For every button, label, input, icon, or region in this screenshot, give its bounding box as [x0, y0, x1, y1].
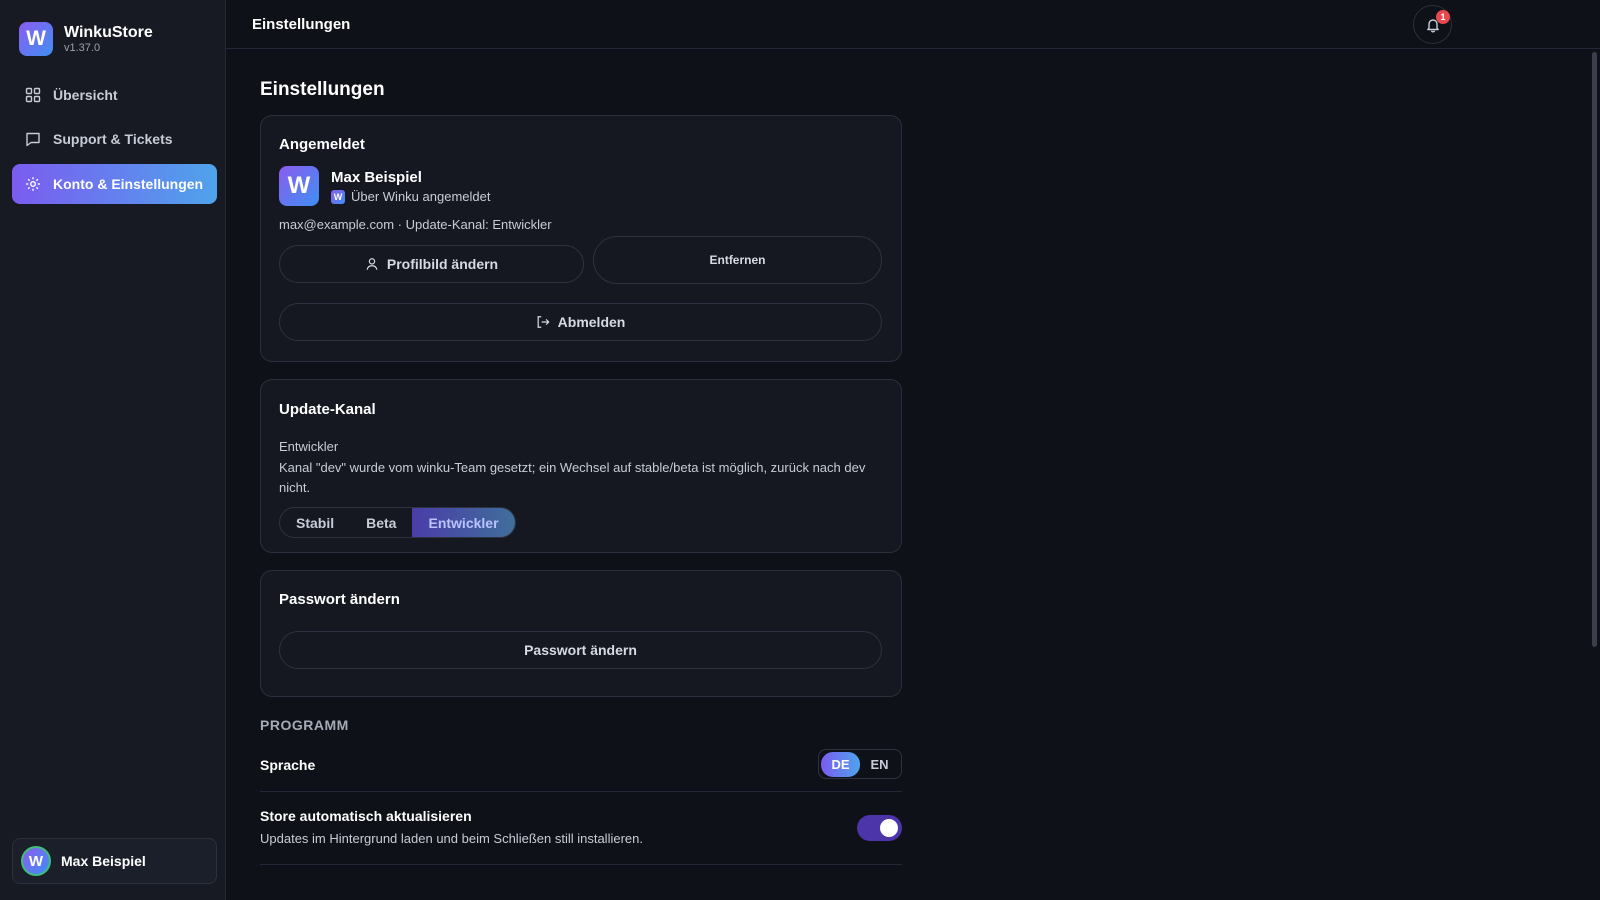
channel-option-developer[interactable]: Entwickler	[412, 508, 515, 537]
update-channel-title: Update-Kanal	[279, 401, 376, 418]
gear-icon	[26, 177, 40, 191]
app-logo: W	[19, 22, 53, 56]
grid-icon	[25, 87, 41, 103]
login-method: W Über Winku angemeldet	[331, 189, 490, 204]
user-menu[interactable]: W Max Beispiel	[12, 838, 217, 884]
topbar: Einstellungen 1	[226, 0, 1600, 49]
language-option-de[interactable]: DE	[821, 751, 860, 777]
profile-avatar: W	[279, 166, 319, 206]
update-channel-current: Entwickler	[279, 439, 339, 454]
account-card-title: Angemeldet	[279, 136, 365, 153]
sidebar: W WinkuStore v1.37.0 Übersicht Support &…	[0, 0, 226, 900]
update-channel-card: Update-Kanal Entwickler Kanal "dev" wurd…	[260, 379, 902, 553]
language-toggle: DE EN	[818, 749, 902, 779]
sidebar-item-overview[interactable]: Übersicht	[12, 75, 217, 115]
update-channel-selector: Stabil Beta Entwickler	[279, 507, 516, 538]
button-label: Abmelden	[557, 314, 626, 330]
notification-badge: 1	[1436, 10, 1450, 24]
divider	[260, 864, 902, 865]
change-profile-picture-button[interactable]: Profilbild ändern	[279, 245, 584, 283]
winku-logo-icon: W	[331, 189, 345, 204]
account-card: Angemeldet W Max Beispiel W Über Winku a…	[260, 115, 902, 362]
divider	[260, 791, 902, 792]
remove-picture-button[interactable]: Entfernen	[593, 236, 882, 284]
avatar: W	[21, 846, 51, 876]
logout-button[interactable]: Abmelden	[279, 303, 882, 341]
notifications-button[interactable]: 1	[1413, 5, 1452, 44]
auto-update-label: Store automatisch aktualisieren	[260, 808, 472, 824]
app-name: WinkuStore	[64, 23, 153, 41]
password-card-title: Passwort ändern	[279, 591, 400, 608]
profile-name: Max Beispiel	[331, 169, 422, 186]
auto-update-description: Updates im Hintergrund laden und beim Sc…	[260, 831, 643, 846]
user-name: Max Beispiel	[61, 853, 146, 869]
login-method-text: Über Winku angemeldet	[351, 189, 491, 204]
logout-icon	[537, 316, 550, 328]
chat-icon	[26, 132, 40, 147]
sidebar-item-label: Support & Tickets	[53, 131, 173, 147]
toggle-knob	[880, 819, 898, 837]
scrollbar[interactable]	[1592, 52, 1597, 647]
language-option-en[interactable]: EN	[860, 752, 899, 777]
header-title: Einstellungen	[252, 16, 351, 33]
app-version: v1.37.0	[64, 41, 101, 54]
update-channel-description: Kanal "dev" wurde vom winku-Team gesetzt…	[279, 460, 866, 495]
sidebar-item-label: Konto & Einstellungen	[53, 176, 204, 192]
brand-text: WinkuStore v1.37.0	[64, 24, 153, 55]
channel-option-beta[interactable]: Beta	[350, 508, 412, 537]
sidebar-item-label: Übersicht	[53, 87, 118, 103]
user-icon	[366, 258, 378, 270]
channel-option-stable[interactable]: Stabil	[280, 508, 350, 537]
button-label: Profilbild ändern	[386, 256, 499, 272]
brand: W WinkuStore v1.37.0	[19, 22, 153, 56]
page-title: Einstellungen	[260, 79, 385, 100]
account-meta: max@example.com · Update-Kanal: Entwickl…	[279, 217, 552, 232]
language-label: Sprache	[260, 757, 316, 773]
change-password-button[interactable]: Passwort ändern	[279, 631, 882, 669]
section-label-program: PROGRAMM	[260, 717, 349, 733]
auto-update-toggle[interactable]	[857, 815, 902, 841]
sidebar-item-support[interactable]: Support & Tickets	[12, 119, 217, 159]
password-card: Passwort ändern Passwort ändern	[260, 570, 902, 697]
sidebar-item-account-settings[interactable]: Konto & Einstellungen	[12, 164, 217, 204]
